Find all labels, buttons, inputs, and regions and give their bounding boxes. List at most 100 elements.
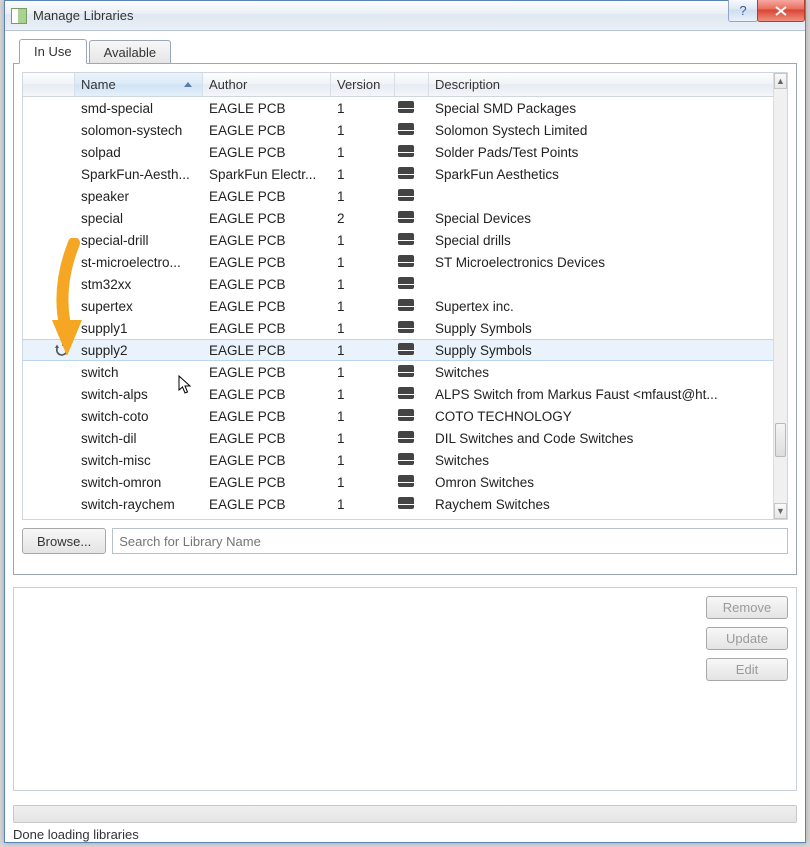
cell-name: switch-alps <box>75 387 203 402</box>
cell-version: 1 <box>331 189 395 204</box>
cell-author: EAGLE PCB <box>203 189 331 204</box>
vertical-scrollbar[interactable]: ▲ ▼ <box>773 73 787 519</box>
column-name[interactable]: Name <box>75 73 203 96</box>
cell-author: EAGLE PCB <box>203 145 331 160</box>
table-row[interactable]: supply1EAGLE PCB1Supply Symbols <box>23 317 773 339</box>
table-row[interactable]: switch-omronEAGLE PCB1Omron Switches <box>23 471 773 493</box>
detail-panel: Remove Update Edit <box>13 587 797 791</box>
table-row[interactable]: st-microelectro...EAGLE PCB1ST Microelec… <box>23 251 773 273</box>
table-row[interactable]: solpadEAGLE PCB1 Solder Pads/Test Points <box>23 141 773 163</box>
window-buttons: ? <box>729 0 805 22</box>
table-row[interactable]: supertexEAGLE PCB1Supertex inc. <box>23 295 773 317</box>
table-row[interactable]: switch-miscEAGLE PCB1Switches <box>23 449 773 471</box>
cell-name: switch-misc <box>75 453 203 468</box>
cell-author: EAGLE PCB <box>203 431 331 446</box>
cell-version: 1 <box>331 299 395 314</box>
cell-author: EAGLE PCB <box>203 409 331 424</box>
cell-version: 1 <box>331 387 395 402</box>
table-row[interactable]: specialEAGLE PCB2Special Devices <box>23 207 773 229</box>
cell-version: 1 <box>331 233 395 248</box>
cell-description: Switches <box>429 365 773 380</box>
cell-storage-icon <box>395 123 429 138</box>
table-body[interactable]: smd-specialEAGLE PCB1Special SMD Package… <box>23 97 773 519</box>
table-row[interactable]: special-drillEAGLE PCB1Special drills <box>23 229 773 251</box>
library-table: Name Author Version Description smd-spec… <box>22 72 788 520</box>
cell-author: EAGLE PCB <box>203 277 331 292</box>
browse-button[interactable]: Browse... <box>22 528 106 554</box>
scroll-up-button[interactable]: ▲ <box>774 73 787 89</box>
table-row[interactable]: switch-alpsEAGLE PCB1ALPS Switch from Ma… <box>23 383 773 405</box>
cell-storage-icon <box>395 145 429 160</box>
table-row[interactable]: switch-dilEAGLE PCB1DIL Switches and Cod… <box>23 427 773 449</box>
row-status-cell <box>23 343 75 357</box>
tab-in-use[interactable]: In Use <box>19 39 87 64</box>
cell-storage-icon <box>395 299 429 314</box>
column-icon[interactable] <box>23 73 75 96</box>
drive-icon <box>397 255 415 267</box>
table-row[interactable]: solomon-systechEAGLE PCB1Solomon Systech… <box>23 119 773 141</box>
client-area: In Use Available Name Author Version Des… <box>13 39 797 834</box>
cell-version: 1 <box>331 365 395 380</box>
manage-libraries-window: Manage Libraries ? In Use Available Name… <box>4 0 806 843</box>
cell-description: Solder Pads/Test Points <box>429 145 773 160</box>
cell-author: EAGLE PCB <box>203 475 331 490</box>
cell-author: SparkFun Electr... <box>203 167 331 182</box>
cell-storage-icon <box>395 497 429 512</box>
cell-author: EAGLE PCB <box>203 365 331 380</box>
table-row[interactable]: switch-raychemEAGLE PCB1Raychem Switches <box>23 493 773 515</box>
cell-storage-icon <box>395 387 429 402</box>
cell-name: supply2 <box>75 343 203 358</box>
table-row[interactable]: speakerEAGLE PCB1 <box>23 185 773 207</box>
cell-version: 1 <box>331 145 395 160</box>
cell-version: 1 <box>331 431 395 446</box>
cell-storage-icon <box>395 365 429 380</box>
cell-description: SparkFun Aesthetics <box>429 167 773 182</box>
scroll-down-button[interactable]: ▼ <box>774 503 787 519</box>
tabstrip: In Use Available <box>13 39 797 63</box>
cell-name: stm32xx <box>75 277 203 292</box>
drive-icon <box>397 343 415 355</box>
cell-version: 1 <box>331 409 395 424</box>
cell-name: supertex <box>75 299 203 314</box>
cell-author: EAGLE PCB <box>203 299 331 314</box>
tab-available[interactable]: Available <box>89 40 172 64</box>
table-row[interactable]: smd-specialEAGLE PCB1Special SMD Package… <box>23 97 773 119</box>
table-row[interactable]: switchEAGLE PCB1Switches <box>23 361 773 383</box>
cell-version: 1 <box>331 453 395 468</box>
help-button[interactable]: ? <box>728 0 758 22</box>
column-version[interactable]: Version <box>331 73 395 96</box>
column-author[interactable]: Author <box>203 73 331 96</box>
cell-name: switch-coto <box>75 409 203 424</box>
refresh-icon <box>55 343 69 357</box>
edit-button[interactable]: Edit <box>706 658 788 681</box>
cell-storage-icon <box>395 453 429 468</box>
drive-icon <box>397 145 415 157</box>
cell-description: Raychem Switches <box>429 497 773 512</box>
column-status-icon[interactable] <box>395 73 429 96</box>
cell-description: DIL Switches and Code Switches <box>429 431 773 446</box>
cell-author: EAGLE PCB <box>203 343 331 358</box>
search-input[interactable] <box>112 528 788 554</box>
table-row[interactable]: switch-cotoEAGLE PCB1COTO TECHNOLOGY <box>23 405 773 427</box>
drive-icon <box>397 189 415 201</box>
cell-version: 1 <box>331 475 395 490</box>
cell-storage-icon <box>395 255 429 270</box>
drive-icon <box>397 277 415 289</box>
cell-description: Omron Switches <box>429 475 773 490</box>
side-buttons: Remove Update Edit <box>706 596 788 681</box>
cell-description: Supply Symbols <box>429 343 773 358</box>
cell-version: 1 <box>331 277 395 292</box>
cell-storage-icon <box>395 189 429 204</box>
drive-icon <box>397 453 415 465</box>
table-row[interactable]: SparkFun-Aesth...SparkFun Electr...1Spar… <box>23 163 773 185</box>
update-button[interactable]: Update <box>706 627 788 650</box>
scroll-thumb[interactable] <box>775 423 786 457</box>
remove-button[interactable]: Remove <box>706 596 788 619</box>
table-row[interactable]: stm32xxEAGLE PCB1 <box>23 273 773 295</box>
table-row[interactable]: supply2EAGLE PCB1Supply Symbols <box>23 339 773 361</box>
drive-icon <box>397 431 415 443</box>
close-button[interactable] <box>757 0 805 22</box>
cell-storage-icon <box>395 431 429 446</box>
cell-name: solpad <box>75 145 203 160</box>
column-description[interactable]: Description <box>429 73 787 96</box>
